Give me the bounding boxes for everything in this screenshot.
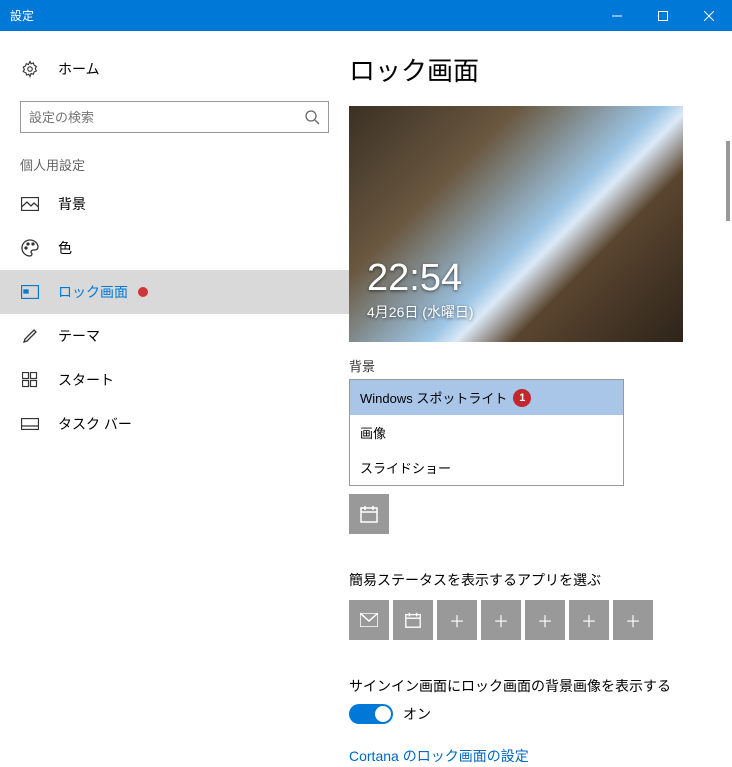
nav-label: 色 bbox=[58, 238, 72, 258]
option-label: スライドショー bbox=[360, 458, 451, 477]
minimize-button[interactable] bbox=[594, 0, 640, 31]
quick-status-tile-add[interactable]: ＋ bbox=[569, 600, 609, 640]
plus-icon: ＋ bbox=[493, 608, 509, 632]
plus-icon: ＋ bbox=[625, 608, 641, 632]
home-button[interactable]: ホーム bbox=[0, 51, 349, 87]
option-label: 画像 bbox=[360, 423, 386, 442]
attention-dot-icon bbox=[138, 287, 148, 297]
dropdown-option-spotlight[interactable]: Windows スポットライト 1 bbox=[350, 380, 623, 415]
picture-icon bbox=[20, 197, 40, 211]
quick-status-tile-add[interactable]: ＋ bbox=[613, 600, 653, 640]
window-titlebar: 設定 bbox=[0, 0, 732, 31]
plus-icon: ＋ bbox=[449, 608, 465, 632]
sidebar: ホーム 個人用設定 背景 色 ロック画面 テーマ スタート bbox=[0, 31, 349, 767]
quick-status-tiles: ＋ ＋ ＋ ＋ ＋ bbox=[349, 600, 702, 640]
maximize-button[interactable] bbox=[640, 0, 686, 31]
page-title: ロック画面 bbox=[349, 51, 702, 88]
calendar-icon bbox=[359, 504, 379, 524]
nav-themes[interactable]: テーマ bbox=[0, 314, 349, 358]
plus-icon: ＋ bbox=[537, 608, 553, 632]
lock-screen-preview: 22:54 4月26日 (水曜日) bbox=[349, 106, 683, 342]
nav-label: テーマ bbox=[58, 326, 100, 346]
nav-taskbar[interactable]: タスク バー bbox=[0, 402, 349, 446]
preview-time: 22:54 bbox=[367, 257, 462, 300]
nav-background[interactable]: 背景 bbox=[0, 182, 349, 226]
nav-start[interactable]: スタート bbox=[0, 358, 349, 402]
signin-bg-toggle[interactable] bbox=[349, 704, 393, 724]
nav-label: スタート bbox=[58, 370, 114, 390]
quick-status-tile-add[interactable]: ＋ bbox=[525, 600, 565, 640]
quick-status-tile-mail[interactable] bbox=[349, 600, 389, 640]
nav-label: タスク バー bbox=[58, 414, 132, 434]
lock-screen-icon bbox=[20, 285, 40, 299]
nav-label: 背景 bbox=[58, 194, 86, 214]
dropdown-option-picture[interactable]: 画像 bbox=[350, 415, 623, 450]
nav-colors[interactable]: 色 bbox=[0, 226, 349, 270]
quick-status-tile-add[interactable]: ＋ bbox=[437, 600, 477, 640]
quick-status-tile-calendar[interactable] bbox=[393, 600, 433, 640]
gear-icon bbox=[20, 60, 40, 78]
content-area: ロック画面 22:54 4月26日 (水曜日) 背景 Windows スポットラ… bbox=[349, 31, 732, 767]
background-dropdown[interactable]: Windows スポットライト 1 画像 スライドショー bbox=[349, 379, 624, 486]
search-input-wrapper[interactable] bbox=[20, 101, 329, 133]
background-label: 背景 bbox=[349, 356, 702, 375]
toggle-state-label: オン bbox=[403, 704, 431, 724]
close-button[interactable] bbox=[686, 0, 732, 31]
quick-status-label: 簡易ステータスを表示するアプリを選ぶ bbox=[349, 570, 702, 590]
plus-icon: ＋ bbox=[581, 608, 597, 632]
detailed-status-app-tile[interactable] bbox=[349, 494, 389, 534]
signin-bg-label: サインイン画面にロック画面の背景画像を表示する bbox=[349, 676, 702, 696]
dropdown-option-slideshow[interactable]: スライドショー bbox=[350, 450, 623, 485]
sidebar-section-title: 個人用設定 bbox=[0, 155, 349, 182]
brush-icon bbox=[20, 327, 40, 345]
mail-icon bbox=[360, 613, 378, 627]
nav-label: ロック画面 bbox=[58, 282, 128, 302]
window-title: 設定 bbox=[0, 7, 594, 24]
palette-icon bbox=[20, 239, 40, 257]
option-label: Windows スポットライト bbox=[360, 388, 507, 407]
search-icon bbox=[304, 109, 320, 125]
annotation-badge-1: 1 bbox=[513, 389, 531, 407]
scrollbar-thumb[interactable] bbox=[726, 141, 730, 221]
nav-lock-screen[interactable]: ロック画面 bbox=[0, 270, 349, 314]
start-icon bbox=[20, 372, 40, 388]
home-label: ホーム bbox=[58, 59, 100, 79]
taskbar-icon bbox=[20, 418, 40, 430]
calendar-icon bbox=[404, 611, 422, 629]
search-input[interactable] bbox=[29, 110, 304, 125]
cortana-settings-link[interactable]: Cortana のロック画面の設定 bbox=[349, 746, 702, 766]
quick-status-tile-add[interactable]: ＋ bbox=[481, 600, 521, 640]
preview-date: 4月26日 (水曜日) bbox=[367, 302, 474, 322]
